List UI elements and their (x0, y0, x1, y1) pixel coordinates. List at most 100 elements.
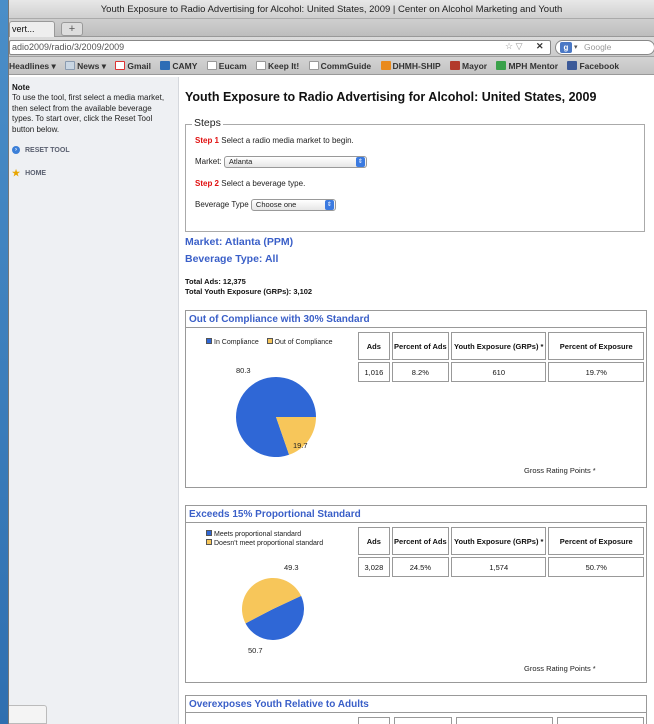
step1-text: Select a radio media market to begin. (221, 136, 354, 145)
bookmark-label: Facebook (579, 61, 620, 71)
pie-chart (242, 578, 304, 640)
pie-label: 50.7 (248, 646, 263, 655)
bookmark-mayor[interactable]: Mayor (450, 57, 488, 74)
panel-title: Overexposes Youth Relative to Adults (186, 696, 646, 713)
total-exposure: Total Youth Exposure (GRPs): 3,102 (185, 287, 313, 296)
beverage-heading: Beverage Type: All (185, 253, 279, 265)
market-select-value: Atlanta (228, 157, 253, 166)
bookmark-label: Mayor (462, 61, 488, 71)
panel-title: Out of Compliance with 30% Standard (186, 311, 646, 328)
panel-15-standard: Exceeds 15% Proportional Standard Meets … (185, 505, 647, 683)
bookmark-label: DHMH-SHIP (392, 61, 441, 71)
new-tab-button[interactable]: + (61, 22, 83, 36)
select-arrows-icon: ⇕ (324, 200, 334, 210)
browser-window: Youth Exposure to Radio Advertising for … (8, 0, 654, 724)
market-select[interactable]: Atlanta ⇕ (223, 156, 367, 168)
table-cell (557, 717, 644, 724)
note-title: Note (12, 83, 30, 92)
page-title: Youth Exposure to Radio Advertising for … (185, 90, 597, 104)
note-text: To use the tool, first select a media ma… (12, 93, 165, 134)
page-content: Note To use the tool, first select a med… (9, 77, 654, 724)
bookmark-eucam[interactable]: Eucam (206, 57, 247, 74)
main-content: Youth Exposure to Radio Advertising for … (185, 77, 654, 724)
page-icon (206, 61, 217, 70)
sidebar-toggle-tab[interactable] (9, 705, 47, 724)
window-title: Youth Exposure to Radio Advertising for … (9, 0, 654, 19)
grp-footnote: Gross Rating Points * (524, 466, 596, 475)
header-percent-ads: Percent of Ads (391, 332, 449, 360)
panel-youth-vs-adults: Overexposes Youth Relative to Adults (185, 695, 647, 724)
chart-legend: In Compliance Out of Compliance (206, 338, 333, 346)
beverage-row: Beverage Type Choose one ⇕ (195, 199, 336, 211)
bookmark-label: Eucam (218, 61, 247, 71)
value-percent-ads: 24.5% (391, 557, 449, 577)
reset-tool-link[interactable]: › RESET TOOL (12, 146, 174, 154)
panel-30-standard: Out of Compliance with 30% Standard In C… (185, 310, 647, 488)
home-link[interactable]: ★ HOME (12, 169, 174, 178)
table-cell (456, 717, 553, 724)
browser-tab[interactable]: vert... (9, 21, 55, 37)
header-youth-exposure: Youth Exposure (GRPs) * (451, 332, 547, 360)
stop-icon[interactable]: ✕ (536, 40, 544, 53)
step2-instruction: Step 2 Select a beverage type. (195, 179, 305, 188)
pie-label: 80.3 (236, 366, 251, 375)
market-row: Market: Atlanta ⇕ (195, 156, 367, 168)
legend-swatch (206, 338, 212, 344)
reset-tool-label: RESET TOOL (25, 146, 70, 154)
grp-footnote: Gross Rating Points * (524, 664, 596, 673)
pie-label: 19.7 (293, 441, 308, 450)
header-percent-exposure: Percent of Exposure (548, 527, 644, 555)
steps-legend: Steps (192, 117, 223, 129)
legend-swatch (266, 338, 273, 344)
bookmark-facebook[interactable]: Facebook (567, 57, 620, 74)
sidebar: Note To use the tool, first select a med… (9, 77, 179, 724)
address-bar[interactable]: adio2009/radio/3/2009/2009 (9, 40, 551, 55)
bookmark-label: News ▾ (77, 61, 107, 71)
bookmark-news[interactable]: News ▾ (65, 57, 107, 74)
bookmark-label: Gmail (127, 61, 152, 71)
stats-table: Ads Percent of Ads Youth Exposure (GRPs)… (356, 525, 646, 579)
value-percent-exposure: 19.7% (548, 362, 644, 382)
bookmarks-bar: Headlines ▾ News ▾ Gmail CAMY Eucam Keep… (9, 57, 654, 75)
chart-legend: Meets proportional standard Doesn't meet… (206, 530, 323, 548)
step1-tag: Step 1 (195, 136, 220, 145)
market-label: Market: (195, 157, 222, 167)
beverage-label: Beverage Type (195, 200, 249, 210)
beverage-select[interactable]: Choose one ⇕ (250, 199, 336, 211)
value-youth-exposure: 610 (451, 362, 547, 382)
bookmark-headlines[interactable]: Headlines ▾ (9, 57, 56, 74)
dhmh-icon (380, 61, 391, 70)
value-youth-exposure: 1,574 (451, 557, 547, 577)
header-ads: Ads (358, 527, 390, 555)
value-ads: 3,028 (358, 557, 390, 577)
bookmark-label: CAMY (172, 61, 198, 71)
search-input[interactable]: g ▾ Google (555, 40, 654, 55)
bookmark-label: Headlines ▾ (9, 61, 56, 71)
header-percent-exposure: Percent of Exposure (548, 332, 644, 360)
bookmark-commguide[interactable]: CommGuide (308, 57, 371, 74)
table-cell (394, 717, 452, 724)
table-cell (358, 717, 390, 724)
page-icon (308, 61, 319, 70)
legend-label: Doesn't meet proportional standard (214, 540, 324, 547)
folder-icon (65, 61, 76, 70)
bookmark-mph-mentor[interactable]: MPH Mentor (496, 57, 558, 74)
bookmark-gmail[interactable]: Gmail (115, 57, 152, 74)
facebook-icon (567, 61, 578, 70)
header-ads: Ads (358, 332, 390, 360)
camy-icon (160, 61, 171, 70)
bookmark-dhmh[interactable]: DHMH-SHIP (380, 57, 441, 74)
bookmark-camy[interactable]: CAMY (160, 57, 198, 74)
mayor-icon (450, 61, 461, 70)
pie-label: 49.3 (284, 563, 299, 572)
bookmark-star-icon[interactable]: ☆ ▽ (505, 40, 523, 53)
home-label: HOME (25, 169, 47, 177)
bookmark-keepit[interactable]: Keep It! (256, 57, 299, 74)
navigation-bar: adio2009/radio/3/2009/2009 ☆ ▽ ✕ g ▾ Goo… (9, 37, 654, 57)
google-icon: g (560, 42, 572, 53)
legend-label: Out of Compliance (274, 339, 333, 346)
header-youth-exposure: Youth Exposure (GRPs) * (451, 527, 547, 555)
gmail-icon (115, 61, 126, 70)
tab-bar: vert... + (9, 19, 654, 37)
chevron-down-icon: ▾ (574, 44, 578, 51)
